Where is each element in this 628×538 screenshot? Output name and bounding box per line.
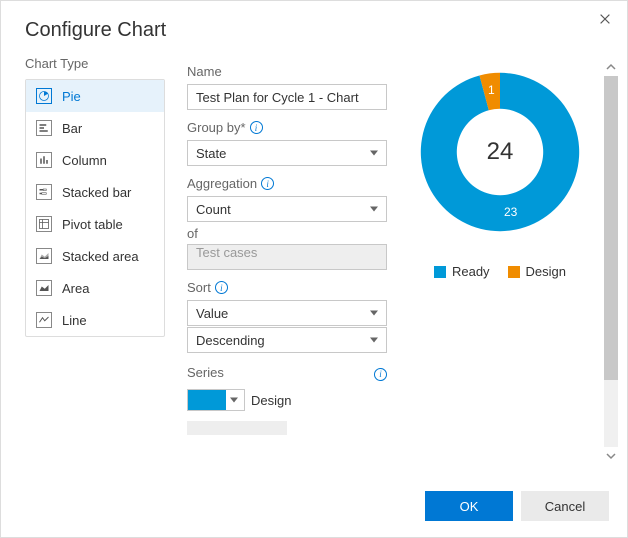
bar-icon: [36, 120, 52, 136]
dialog-body: Chart Type Pie Bar: [1, 56, 627, 481]
of-field: Test cases: [187, 244, 387, 270]
donut-chart: 24 23 1: [410, 62, 590, 242]
chart-type-list: Pie Bar Column: [25, 79, 165, 337]
name-label: Name: [187, 64, 397, 79]
chart-type-pie[interactable]: Pie: [26, 80, 164, 112]
series-color-picker[interactable]: [187, 389, 245, 411]
legend-swatch-icon: [508, 266, 520, 278]
donut-total: 24: [410, 62, 590, 242]
legend-item-design: Design: [508, 264, 566, 279]
chart-type-stacked-bar[interactable]: Stacked bar: [26, 176, 164, 208]
legend-swatch-icon: [434, 266, 446, 278]
groupby-value: State: [196, 146, 226, 161]
chart-type-label-text: Pivot table: [62, 217, 123, 232]
stacked-area-icon: [36, 248, 52, 264]
sort-by-select[interactable]: Value: [187, 300, 387, 326]
line-icon: [36, 312, 52, 328]
info-icon[interactable]: i: [261, 177, 274, 190]
color-swatch-icon: [188, 390, 226, 410]
slice-label-ready: 23: [504, 205, 517, 219]
slice-label-design: 1: [488, 83, 495, 97]
series-label: Series: [187, 365, 224, 380]
cancel-button[interactable]: Cancel: [521, 491, 609, 521]
close-icon: [598, 12, 612, 26]
scrollbar[interactable]: [603, 56, 619, 481]
chart-type-label-text: Area: [62, 281, 89, 296]
form-panel: Name Group by* i State Aggregation i Cou…: [187, 56, 397, 481]
chart-type-label-text: Pie: [62, 89, 81, 104]
sort-label: Sort i: [187, 280, 397, 295]
close-button[interactable]: [597, 11, 613, 27]
series-item-label: Design: [251, 393, 291, 408]
legend-label: Design: [526, 264, 566, 279]
chart-type-label-text: Column: [62, 153, 107, 168]
scroll-track[interactable]: [604, 76, 618, 447]
column-icon: [36, 152, 52, 168]
chart-type-area[interactable]: Area: [26, 272, 164, 304]
groupby-select[interactable]: State: [187, 140, 387, 166]
dialog-title: Configure Chart: [1, 1, 627, 56]
scroll-thumb[interactable]: [604, 76, 618, 380]
scroll-down-button[interactable]: [604, 449, 618, 463]
chart-preview: 24 23 1 Ready Design: [397, 56, 603, 481]
scroll-up-button[interactable]: [604, 60, 618, 74]
chart-type-line[interactable]: Line: [26, 304, 164, 336]
sort-direction-select[interactable]: Descending: [187, 327, 387, 353]
chart-type-stacked-area[interactable]: Stacked area: [26, 240, 164, 272]
chart-type-column[interactable]: Column: [26, 144, 164, 176]
chart-type-bar[interactable]: Bar: [26, 112, 164, 144]
groupby-label: Group by* i: [187, 120, 397, 135]
chart-type-label: Chart Type: [25, 56, 165, 71]
series-row-placeholder: [187, 421, 287, 435]
chart-type-label-text: Stacked area: [62, 249, 139, 264]
of-label: of: [187, 226, 397, 241]
chart-type-pivot-table[interactable]: Pivot table: [26, 208, 164, 240]
info-icon[interactable]: i: [215, 281, 228, 294]
aggregation-label: Aggregation i: [187, 176, 397, 191]
chevron-down-icon: [606, 451, 616, 461]
name-input[interactable]: [187, 84, 387, 110]
pie-icon: [36, 88, 52, 104]
sort-direction-value: Descending: [196, 333, 265, 348]
sort-by-value: Value: [196, 306, 228, 321]
info-icon[interactable]: i: [374, 368, 387, 381]
chart-type-label-text: Line: [62, 313, 87, 328]
area-icon: [36, 280, 52, 296]
legend-item-ready: Ready: [434, 264, 490, 279]
chart-legend: Ready Design: [434, 264, 566, 279]
series-row: Design: [187, 389, 397, 411]
legend-label: Ready: [452, 264, 490, 279]
chart-type-label-text: Bar: [62, 121, 82, 136]
aggregation-select[interactable]: Count: [187, 196, 387, 222]
of-value: Test cases: [196, 245, 257, 260]
pivot-table-icon: [36, 216, 52, 232]
chevron-up-icon: [606, 62, 616, 72]
chart-type-label-text: Stacked bar: [62, 185, 131, 200]
dialog-footer: OK Cancel: [1, 481, 627, 537]
ok-button[interactable]: OK: [425, 491, 513, 521]
stacked-bar-icon: [36, 184, 52, 200]
info-icon[interactable]: i: [250, 121, 263, 134]
configure-chart-dialog: Configure Chart Chart Type Pie Bar: [0, 0, 628, 538]
aggregation-value: Count: [196, 202, 231, 217]
chart-type-panel: Chart Type Pie Bar: [25, 56, 165, 481]
